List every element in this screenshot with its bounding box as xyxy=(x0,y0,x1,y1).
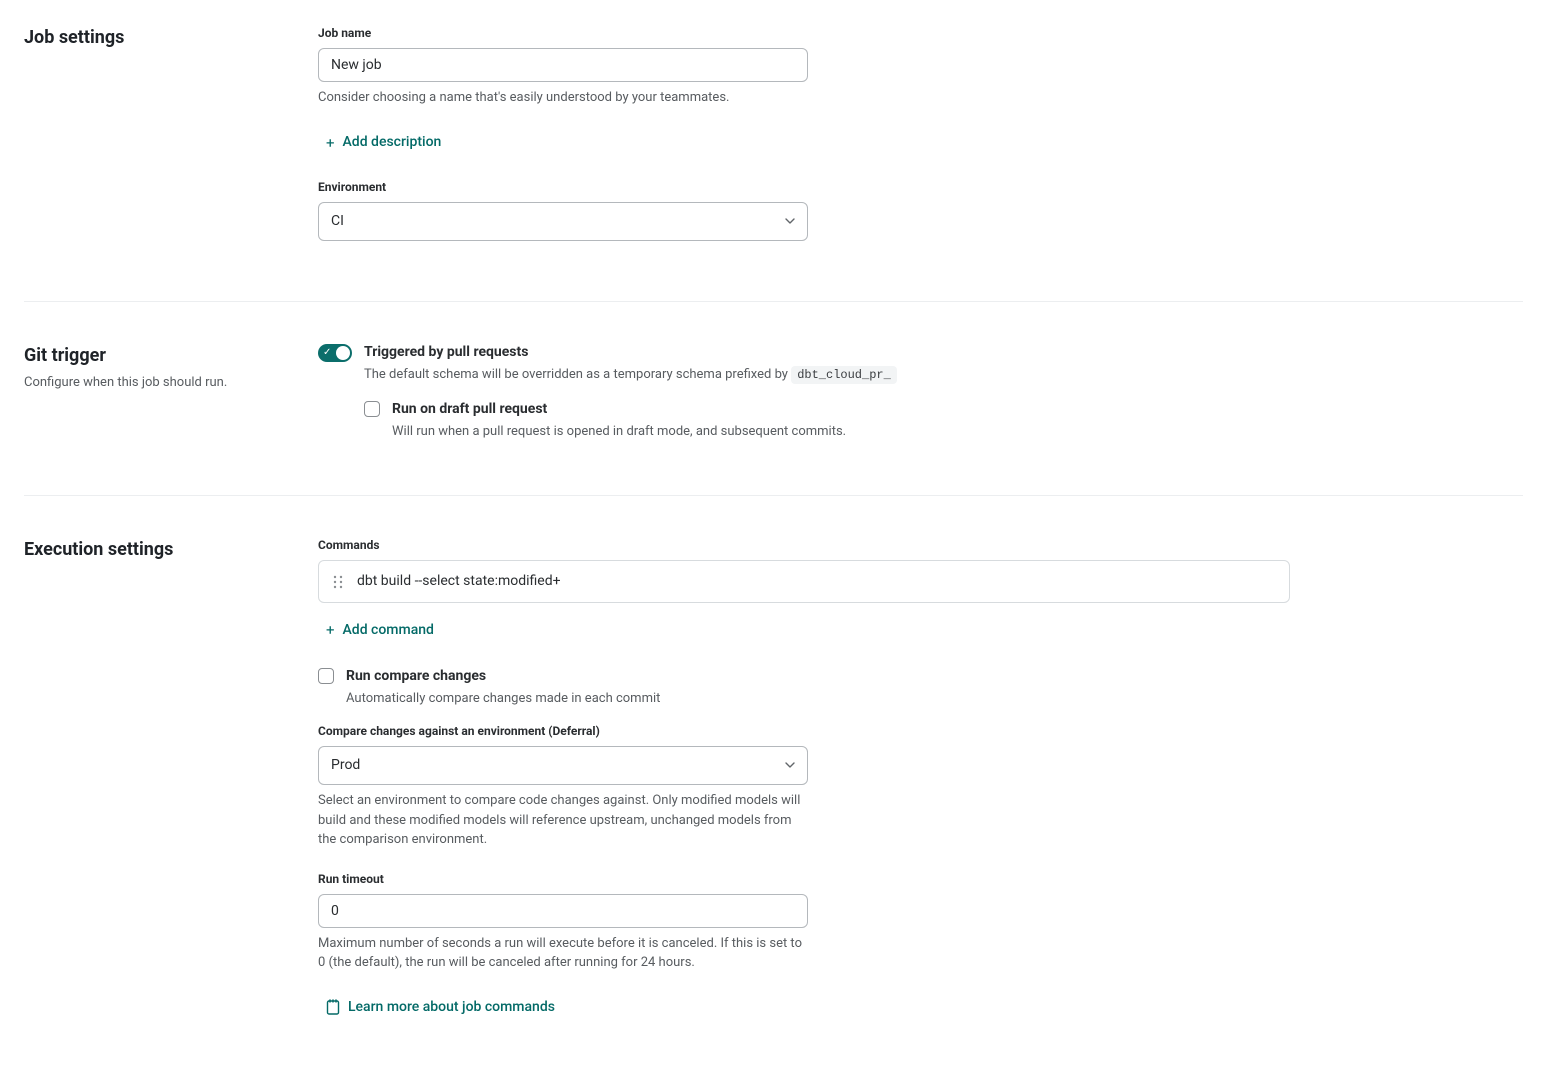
triggered-by-pr-desc: The default schema will be overridden as… xyxy=(364,365,1523,385)
deferral-value: Prod xyxy=(331,755,360,776)
field-run-timeout: Run timeout Maximum number of seconds a … xyxy=(318,870,808,973)
environment-select[interactable]: CI xyxy=(318,202,808,241)
run-timeout-input[interactable] xyxy=(318,894,808,928)
section-job-settings: Job settings Job name Consider choosing … xyxy=(24,24,1523,302)
check-icon: ✓ xyxy=(323,345,331,361)
section-title-execution: Execution settings xyxy=(24,536,298,563)
commands-label: Commands xyxy=(318,536,1523,554)
run-compare-desc: Automatically compare changes made in ea… xyxy=(346,689,1523,709)
git-trigger-subtitle: Configure when this job should run. xyxy=(24,373,298,393)
chevron-down-icon xyxy=(785,216,795,228)
drag-handle-icon[interactable] xyxy=(333,575,343,589)
run-compare-label: Run compare changes xyxy=(346,666,1523,687)
run-on-draft-desc: Will run when a pull request is opened i… xyxy=(392,422,1523,442)
environment-label: Environment xyxy=(318,178,808,196)
plus-icon: + xyxy=(326,619,335,642)
document-icon xyxy=(326,999,340,1015)
run-timeout-label: Run timeout xyxy=(318,870,808,888)
learn-more-label: Learn more about job commands xyxy=(348,997,555,1018)
deferral-help: Select an environment to compare code ch… xyxy=(318,791,808,850)
chevron-down-icon xyxy=(785,760,795,772)
add-description-label: Add description xyxy=(343,132,442,153)
field-environment: Environment CI xyxy=(318,178,808,241)
learn-more-link[interactable]: Learn more about job commands xyxy=(318,993,563,1022)
environment-value: CI xyxy=(331,211,344,232)
command-text: dbt build --select state:modified+ xyxy=(357,571,1275,592)
section-execution-settings: Execution settings Commands dbt build --… xyxy=(24,536,1523,1062)
add-description-button[interactable]: + Add description xyxy=(318,128,449,159)
add-command-label: Add command xyxy=(343,620,434,641)
run-timeout-help: Maximum number of seconds a run will exe… xyxy=(318,934,808,973)
deferral-select[interactable]: Prod xyxy=(318,746,808,785)
job-name-help: Consider choosing a name that's easily u… xyxy=(318,88,808,108)
field-deferral: Compare changes against an environment (… xyxy=(318,722,808,850)
job-name-input[interactable] xyxy=(318,48,808,82)
triggered-by-pr-toggle[interactable]: ✓ xyxy=(318,344,352,362)
field-commands: Commands dbt build --select state:modifi… xyxy=(318,536,1523,646)
run-on-draft-checkbox[interactable] xyxy=(364,401,380,417)
run-on-draft-label: Run on draft pull request xyxy=(392,399,1523,420)
section-title-git-trigger: Git trigger xyxy=(24,342,298,369)
schema-prefix-code: dbt_cloud_pr_ xyxy=(791,366,897,384)
run-compare-checkbox[interactable] xyxy=(318,668,334,684)
command-row[interactable]: dbt build --select state:modified+ xyxy=(318,560,1290,603)
field-job-name: Job name Consider choosing a name that's… xyxy=(318,24,808,108)
job-name-label: Job name xyxy=(318,24,808,42)
section-title-job-settings: Job settings xyxy=(24,24,298,51)
section-git-trigger: Git trigger Configure when this job shou… xyxy=(24,342,1523,496)
add-command-button[interactable]: + Add command xyxy=(318,615,442,646)
plus-icon: + xyxy=(326,132,335,155)
triggered-by-pr-label: Triggered by pull requests xyxy=(364,342,1523,363)
deferral-label: Compare changes against an environment (… xyxy=(318,722,808,740)
